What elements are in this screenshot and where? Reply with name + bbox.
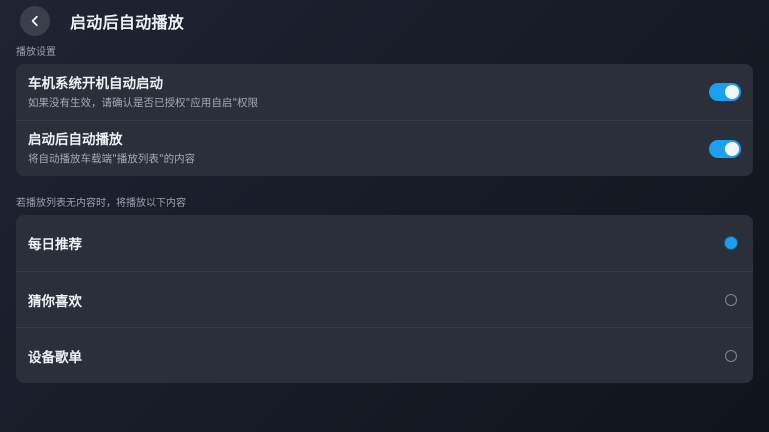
option-device-playlist[interactable]: 设备歌单 [16,327,753,383]
option-label: 设备歌单 [28,349,82,366]
autostart-toggle[interactable] [709,83,741,101]
option-guess-you-like[interactable]: 猜你喜欢 [16,271,753,327]
option-label: 猜你喜欢 [28,293,82,310]
radio-unselected-icon[interactable] [725,349,737,362]
option-daily-recommend[interactable]: 每日推荐 [16,215,753,271]
autoplay-title: 启动后自动播放 [28,132,123,148]
autostart-subtitle: 如果没有生效，请确认是否已授权"应用自启"权限 [28,96,259,109]
autoplay-row: 启动后自动播放 将自动播放车载端"播放列表"的内容 [16,120,753,176]
toggle-knob [725,85,739,99]
header: 启动后自动播放 [20,6,184,36]
playback-section-label: 播放设置 [16,47,56,58]
playback-settings-card: 车机系统开机自动启动 如果没有生效，请确认是否已授权"应用自启"权限 启动后自动… [16,64,753,176]
autoplay-toggle[interactable] [709,139,741,158]
radio-selected-icon[interactable] [725,237,737,249]
fallback-options-card: 每日推荐 猜你喜欢 设备歌单 [16,215,753,383]
fallback-section-label: 若播放列表无内容时，将播放以下内容 [16,198,186,209]
radio-unselected-icon[interactable] [725,293,737,306]
chevron-left-icon [31,15,38,27]
page-title: 启动后自动播放 [70,13,185,32]
toggle-knob [725,141,739,156]
autostart-row: 车机系统开机自动启动 如果没有生效，请确认是否已授权"应用自启"权限 [16,64,753,120]
back-button[interactable] [20,6,50,36]
option-label: 每日推荐 [28,237,82,253]
autostart-title: 车机系统开机自动启动 [28,75,163,92]
autoplay-subtitle: 将自动播放车载端"播放列表"的内容 [28,153,196,165]
